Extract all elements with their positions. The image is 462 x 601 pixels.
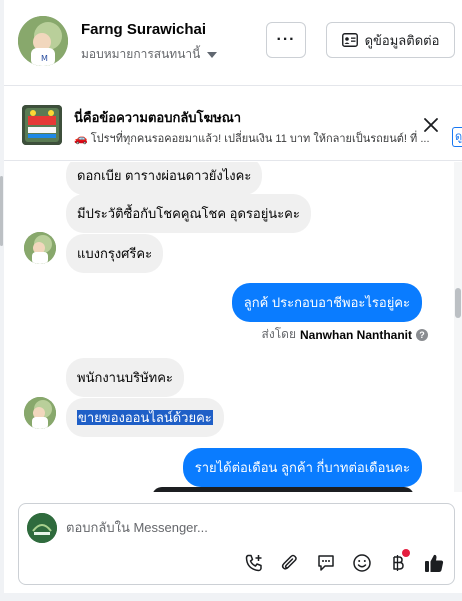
message-outgoing: รายได้ต่อเดือน ลูกค้า กี่บาทต่อเดือนคะ [182,448,422,487]
ad-reply-banner: นี่คือข้อความตอบกลับโฆษณา 🚗 โปรฯที่ทุกคน… [4,87,462,161]
svg-text:M: M [41,54,48,63]
ad-title: นี่คือข้อความตอบกลับโฆษณา [74,110,242,125]
ad-thumbnail[interactable] [22,105,62,145]
notification-dot [402,549,410,557]
payment-button[interactable] [385,549,411,576]
reply-composer: ตอบกลับใน Messenger... [18,503,455,585]
message-incoming: มีประวัติซื้อกับโชคคูณโชค อุดรอยู่นะคะ [66,194,311,233]
view-contact-button[interactable]: ดูข้อมูลติดต่อ [326,22,455,58]
assign-conversation[interactable]: มอบหมายการสนทนานี้ [81,45,218,64]
sender-avatar[interactable] [24,397,56,429]
sent-by-prefix: ส่งโดย [261,327,296,341]
emoji-button[interactable] [349,550,375,576]
view-ad-button[interactable]: ดู [452,127,462,147]
composer-toolbar [241,549,447,576]
view-contact-label: ดูข้อมูลติดต่อ [364,32,440,48]
thumbs-up-icon [425,554,444,572]
contact-card-icon [341,33,358,47]
paperclip-icon [281,554,297,570]
left-panel-scroll-thumb[interactable] [0,176,3,246]
conversation-header: M Farng Surawichai มอบหมายการสนทนานี้ ··… [4,0,462,86]
more-dots-icon: ··· [276,31,296,48]
like-button[interactable] [421,550,447,576]
assign-conversation-label: มอบหมายการสนทนานี้ [81,47,201,61]
sender-avatar[interactable] [24,232,56,264]
contact-name[interactable]: Farng Surawichai [81,21,206,38]
caret-down-icon [207,51,218,58]
saved-replies-button[interactable] [313,550,339,576]
attach-button[interactable] [277,550,303,576]
call-button[interactable] [241,550,267,576]
message-outgoing: ลูกค้ ประกอบอาชีพอะไรอยู่คะ [231,283,422,322]
sent-by-name[interactable]: Nanwhan Nanthanit [300,328,412,342]
info-icon[interactable]: ? [416,328,428,341]
bottom-edge [0,593,462,601]
close-icon[interactable] [422,116,440,134]
page-avatar [27,513,57,543]
thread-scrollbar[interactable] [454,162,462,492]
sent-by-line: ส่งโดย Nanwhan Nanthanit ? [262,325,428,344]
smiley-icon [353,554,371,572]
chat-bubble-icon [318,555,334,571]
contact-avatar[interactable]: M [18,16,68,66]
ad-description: 🚗 โปรฯที่ทุกคนรอคอยมาแล้ว! เปลี่ยนเงิน 1… [74,133,430,145]
message-incoming: ดอกเบีย ตารางผ่อนดาวยังไงคะ [66,162,263,195]
reply-input[interactable]: ตอบกลับใน Messenger... [66,517,208,538]
phone-plus-icon [245,554,262,572]
message-thread[interactable]: ดอกเบีย ตารางผ่อนดาวยังไงคะ มีประวัติซื้… [4,162,454,492]
message-incoming-selected: ขายของออนไลน์ด้วยคะ [66,398,224,437]
message-outgoing-partial [152,487,414,492]
message-incoming: แบงกรุงศรีคะ [66,234,164,273]
selected-text[interactable]: ขายของออนไลน์ด้วยคะ [77,410,213,425]
message-incoming: พนักงานบริษัทคะ [66,358,184,397]
thread-scrollbar-thumb[interactable] [455,288,461,318]
more-options-button[interactable]: ··· [266,22,306,58]
